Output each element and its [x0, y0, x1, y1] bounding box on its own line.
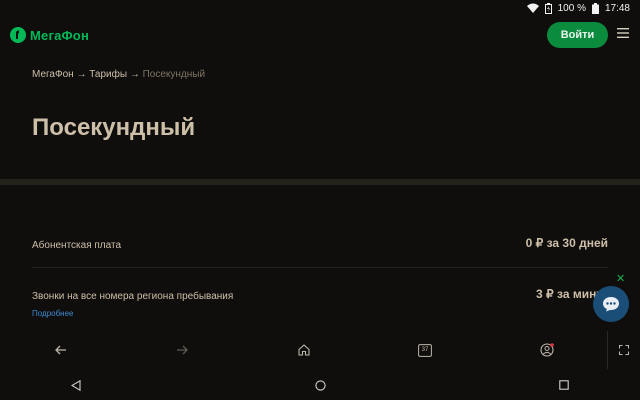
system-home-button[interactable] — [312, 377, 328, 393]
section-divider — [0, 179, 640, 185]
row-label: Абонентская плата — [32, 240, 122, 251]
hamburger-menu-icon[interactable] — [617, 28, 629, 38]
chat-button[interactable] — [593, 286, 629, 322]
arrow-left-icon — [55, 345, 66, 355]
system-recents-button[interactable] — [556, 377, 572, 393]
megafon-logo-icon — [10, 27, 26, 43]
chat-close-icon[interactable]: ✕ — [616, 272, 625, 285]
row-divider — [32, 267, 608, 268]
home-button[interactable] — [295, 341, 313, 359]
row-label: Звонки на все номера региона пребывания — [32, 291, 234, 302]
system-navigation-bar — [0, 369, 640, 400]
status-bar: 100 % 17:48 — [0, 0, 640, 16]
tabs-count: 37 — [421, 347, 429, 353]
login-button[interactable]: Войти — [547, 22, 608, 48]
page-title: Посекундный — [32, 114, 196, 141]
breadcrumb: МегаФон → Тарифы → Посекундный — [32, 69, 205, 80]
system-back-button[interactable] — [68, 377, 84, 393]
wifi-icon — [526, 3, 539, 13]
breadcrumb-separator: → — [76, 69, 87, 80]
tabs-button[interactable]: 37 — [416, 341, 434, 359]
back-button[interactable] — [52, 341, 70, 359]
account-icon — [540, 343, 554, 357]
breadcrumb-separator: → — [129, 69, 140, 80]
megafon-logo[interactable]: МегаФон — [10, 27, 89, 43]
fullscreen-button[interactable] — [615, 341, 633, 359]
battery-charging-icon — [544, 2, 552, 14]
row-value: 0 ₽ за 30 дней — [525, 236, 608, 250]
logo-text: МегаФон — [30, 27, 89, 43]
clock: 17:48 — [604, 2, 630, 14]
home-icon — [298, 344, 310, 356]
browser-toolbar: 37 — [0, 331, 640, 369]
battery-level: 100 % — [557, 2, 586, 14]
fullscreen-icon — [619, 345, 629, 355]
square-recents-icon — [559, 380, 569, 390]
toolbar-separator — [607, 331, 608, 369]
details-link[interactable]: Подробнее — [32, 309, 74, 318]
tariff-row-subscription: Абонентская плата 0 ₽ за 30 дней — [32, 235, 608, 253]
forward-button[interactable] — [173, 341, 191, 359]
triangle-back-icon — [71, 379, 81, 391]
circle-home-icon — [314, 379, 326, 391]
chat-bubble-icon — [603, 297, 619, 312]
breadcrumb-home[interactable]: МегаФон — [32, 69, 74, 80]
profile-button[interactable] — [538, 341, 556, 359]
breadcrumb-tariffs[interactable]: Тарифы — [89, 69, 127, 80]
breadcrumb-current: Посекундный — [142, 69, 206, 80]
arrow-right-icon — [177, 345, 188, 355]
tariff-row-calls: Звонки на все номера региона пребывания … — [32, 286, 616, 318]
site-header: МегаФон Войти — [0, 16, 640, 54]
battery-icon — [591, 2, 599, 14]
